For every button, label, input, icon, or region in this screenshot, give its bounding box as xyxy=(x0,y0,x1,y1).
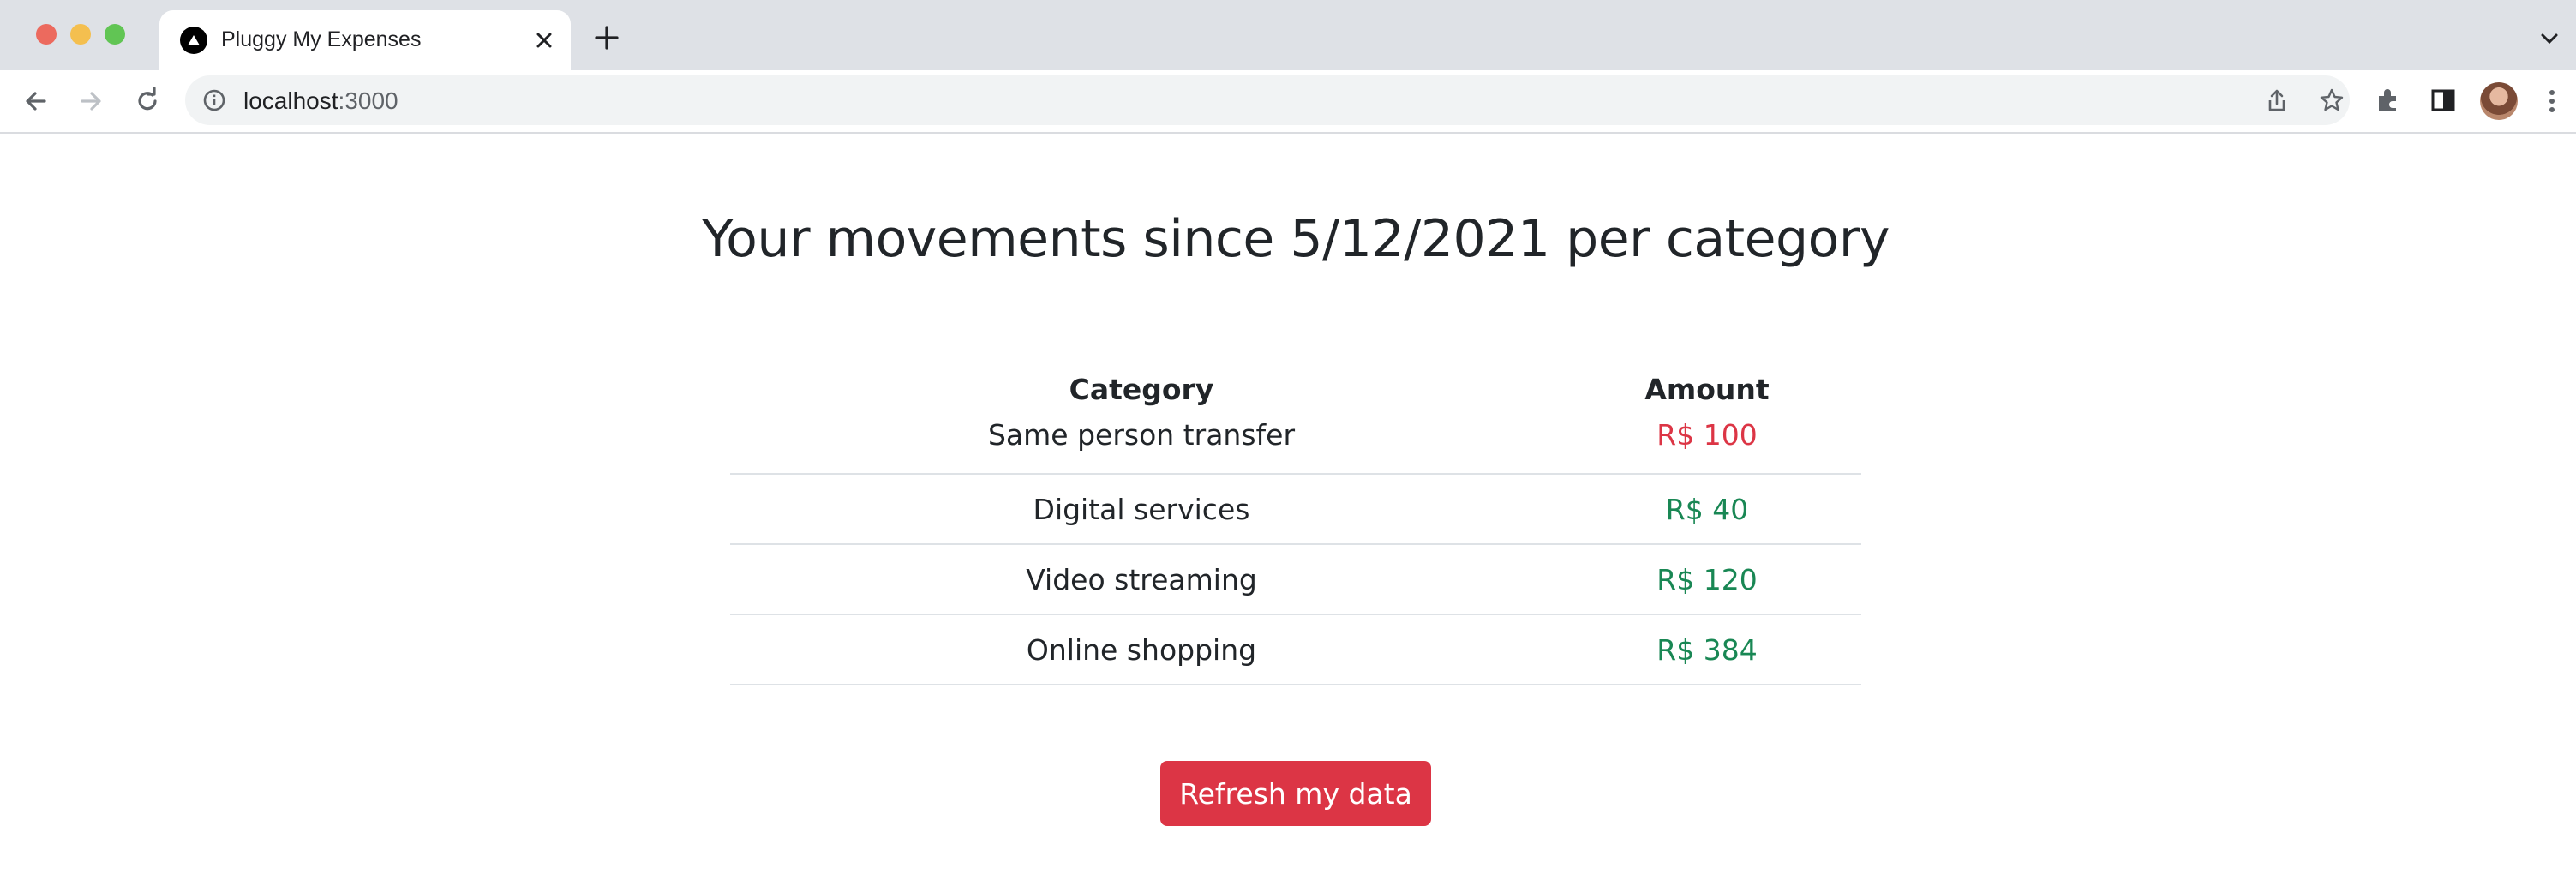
table-row: Video streaming R$ 120 xyxy=(730,544,1861,615)
table-row: Digital services R$ 40 xyxy=(730,474,1861,545)
browser-toolbar: localhost:3000 xyxy=(0,70,2576,134)
amount-cell: R$ 40 xyxy=(1553,474,1861,545)
table-row: Same person transfer R$ 100 xyxy=(730,418,1861,475)
star-icon[interactable] xyxy=(2319,87,2345,113)
url-port: :3000 xyxy=(338,87,398,114)
close-window-button[interactable] xyxy=(36,24,57,45)
refresh-data-button[interactable]: Refresh my data xyxy=(1160,761,1431,826)
back-icon[interactable] xyxy=(21,86,51,117)
info-icon[interactable] xyxy=(202,88,226,112)
page-title: Your movements since 5/12/2021 per categ… xyxy=(701,209,1890,269)
browser-tab-strip: Pluggy My Expenses xyxy=(0,0,2576,70)
vercel-favicon-icon xyxy=(180,27,207,54)
tab-title: Pluggy My Expenses xyxy=(221,27,422,51)
amount-cell: R$ 100 xyxy=(1553,418,1861,475)
close-icon[interactable] xyxy=(531,27,557,53)
category-cell: Same person transfer xyxy=(730,418,1553,475)
share-icon[interactable] xyxy=(2264,87,2290,113)
category-cell: Video streaming xyxy=(730,544,1553,615)
table-row: Online shopping R$ 384 xyxy=(730,614,1861,685)
category-cell: Online shopping xyxy=(730,614,1553,685)
forward-icon[interactable] xyxy=(75,86,106,117)
category-cell: Digital services xyxy=(730,474,1553,545)
category-header: Category xyxy=(1069,372,1214,406)
movements-table: Category Amount Same person transfer R$ … xyxy=(730,360,1861,685)
table-header-row: Category Amount xyxy=(730,360,1861,418)
more-icon[interactable] xyxy=(2542,86,2562,117)
maximize-window-button[interactable] xyxy=(105,24,125,45)
profile-avatar[interactable] xyxy=(2480,82,2518,120)
address-bar[interactable]: localhost:3000 xyxy=(185,75,2350,125)
extensions-icon[interactable] xyxy=(2374,86,2403,115)
amount-cell: R$ 384 xyxy=(1553,614,1861,685)
url-text[interactable]: localhost:3000 xyxy=(243,87,398,115)
minimize-window-button[interactable] xyxy=(70,24,91,45)
reload-icon[interactable] xyxy=(132,86,163,117)
url-host: localhost xyxy=(243,87,338,114)
new-tab-icon[interactable] xyxy=(593,24,620,51)
amount-header: Amount xyxy=(1644,372,1770,406)
amount-cell: R$ 120 xyxy=(1553,544,1861,615)
side-panel-icon[interactable] xyxy=(2429,86,2458,115)
browser-tab[interactable]: Pluggy My Expenses xyxy=(159,10,571,70)
tab-search-icon[interactable] xyxy=(2538,27,2561,50)
